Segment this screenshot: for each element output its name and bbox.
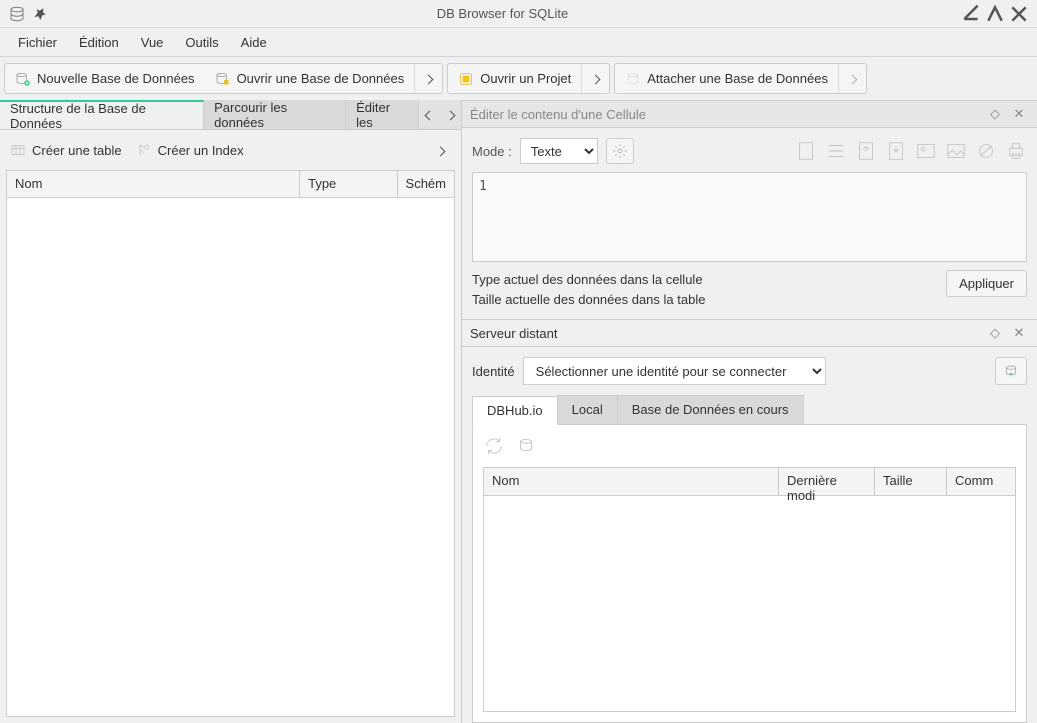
column-type[interactable]: Type	[300, 171, 397, 197]
identity-label: Identité	[472, 364, 515, 379]
attach-database-dropdown	[838, 64, 866, 93]
app-icon	[8, 5, 26, 23]
tab-browse[interactable]: Parcourir les données	[204, 100, 346, 129]
new-database-button[interactable]: Nouvelle Base de Données	[5, 64, 205, 93]
cell-action-icons	[795, 140, 1027, 162]
left-tabbar: Structure de la Base de Données Parcouri…	[0, 100, 461, 130]
minimize-button[interactable]	[961, 4, 981, 24]
remote-table-header: Nom Dernière modi Taille Comm	[484, 468, 1015, 496]
remote-body: Identité Sélectionner une identité pour …	[462, 347, 1037, 723]
window-title: DB Browser for SQLite	[48, 6, 957, 21]
database-attach-icon	[625, 71, 641, 87]
upload-button[interactable]	[995, 357, 1027, 385]
create-table-button[interactable]: Créer une table	[10, 142, 122, 158]
create-index-label: Créer un Index	[158, 143, 244, 158]
right-pane: Éditer le contenu d'une Cellule ◇ ✕ Mode…	[462, 100, 1037, 723]
remote-col-modified[interactable]: Dernière modi	[779, 468, 875, 495]
menubar: Fichier Édition Vue Outils Aide	[0, 28, 1037, 56]
remote-icons	[483, 435, 1016, 457]
menu-tools[interactable]: Outils	[175, 31, 228, 54]
remote-title: Serveur distant	[470, 326, 981, 341]
open-database-dropdown[interactable]	[414, 64, 442, 93]
export-icon[interactable]	[855, 140, 877, 162]
attach-database-button: Attacher une Base de Données	[615, 64, 838, 93]
image-icon[interactable]	[915, 140, 937, 162]
left-pane: Structure de la Base de Données Parcouri…	[0, 100, 462, 723]
remote-tab-dbhub[interactable]: DBHub.io	[472, 396, 558, 425]
remote-tab-local[interactable]: Local	[557, 395, 618, 424]
open-project-button[interactable]: Ouvrir un Projet	[448, 64, 581, 93]
open-project-dropdown[interactable]	[581, 64, 609, 93]
mode-select[interactable]: Texte	[520, 138, 598, 164]
remote-col-size[interactable]: Taille	[875, 468, 947, 495]
tab-structure[interactable]: Structure de la Base de Données	[0, 100, 204, 129]
cell-editor-close-icon[interactable]: ✕	[1009, 104, 1029, 124]
tab-scroll-left[interactable]	[419, 100, 440, 129]
new-database-label: Nouvelle Base de Données	[37, 71, 195, 86]
remote-tab-current[interactable]: Base de Données en cours	[617, 395, 804, 424]
structure-table-body[interactable]	[6, 198, 455, 717]
null-icon[interactable]	[975, 140, 997, 162]
mode-label: Mode :	[472, 144, 512, 159]
column-name[interactable]: Nom	[7, 171, 300, 197]
cell-editor-header: Éditer le contenu d'une Cellule ◇ ✕	[462, 100, 1037, 128]
remote-close-icon[interactable]: ✕	[1009, 323, 1029, 343]
gear-icon	[612, 143, 628, 159]
tab-edit[interactable]: Éditer les	[346, 100, 419, 129]
structure-toolbar-expand[interactable]	[429, 143, 451, 158]
menu-help[interactable]: Aide	[231, 31, 277, 54]
menu-view[interactable]: Vue	[131, 31, 174, 54]
create-table-label: Créer une table	[32, 143, 122, 158]
refresh-icon[interactable]	[483, 435, 505, 457]
clone-icon[interactable]	[515, 435, 537, 457]
titlebar: DB Browser for SQLite	[0, 0, 1037, 28]
cell-mode-row: Mode : Texte	[472, 138, 1027, 164]
close-button[interactable]	[1009, 4, 1029, 24]
maximize-button[interactable]	[985, 4, 1005, 24]
mode-settings-button[interactable]	[606, 138, 634, 164]
database-new-icon	[15, 71, 31, 87]
import-icon[interactable]	[885, 140, 907, 162]
remote-col-name[interactable]: Nom	[484, 468, 779, 495]
remote-header: Serveur distant ◇ ✕	[462, 319, 1037, 347]
cell-info-size: Taille actuelle des données dans la tabl…	[472, 290, 946, 310]
database-open-icon	[215, 71, 231, 87]
remote-col-comm[interactable]: Comm	[947, 468, 1015, 495]
menu-edit[interactable]: Édition	[69, 31, 129, 54]
structure-toolbar: Créer une table Créer un Index	[0, 130, 461, 170]
menu-file[interactable]: Fichier	[8, 31, 67, 54]
doc-icon[interactable]	[795, 140, 817, 162]
cell-info: Type actuel des données dans la cellule …	[472, 270, 946, 309]
tab-scroll-right[interactable]	[440, 100, 461, 129]
open-database-label: Ouvrir une Base de Données	[237, 71, 405, 86]
cell-info-type: Type actuel des données dans la cellule	[472, 270, 946, 290]
lines-icon[interactable]	[825, 140, 847, 162]
identity-select[interactable]: Sélectionner une identité pour se connec…	[523, 357, 826, 385]
open-project-label: Ouvrir un Projet	[480, 71, 571, 86]
content-area: Structure de la Base de Données Parcouri…	[0, 100, 1037, 723]
remote-detach-icon[interactable]: ◇	[985, 323, 1005, 343]
cell-editor-title: Éditer le contenu d'une Cellule	[470, 107, 981, 122]
upload-icon	[1003, 363, 1019, 379]
open-database-button[interactable]: Ouvrir une Base de Données	[205, 64, 415, 93]
print-icon[interactable]	[1005, 140, 1027, 162]
identity-row: Identité Sélectionner une identité pour …	[472, 357, 1027, 385]
remote-table: Nom Dernière modi Taille Comm	[483, 467, 1016, 712]
remote-tabbar: DBHub.io Local Base de Données en cours	[472, 395, 1027, 425]
remote-table-body[interactable]	[484, 496, 1015, 656]
attach-database-label: Attacher une Base de Données	[647, 71, 828, 86]
project-open-icon	[458, 71, 474, 87]
structure-table-header: Nom Type Schém	[6, 170, 455, 198]
create-index-button[interactable]: Créer un Index	[136, 142, 244, 158]
index-icon	[136, 142, 152, 158]
cell-editor-body: Mode : Texte 1 Type actuel de	[462, 128, 1037, 319]
main-toolbar: Nouvelle Base de Données Ouvrir une Base…	[0, 56, 1037, 100]
apply-button[interactable]: Appliquer	[946, 270, 1027, 297]
image2-icon[interactable]	[945, 140, 967, 162]
cell-content-textarea[interactable]: 1	[472, 172, 1027, 262]
cell-editor-detach-icon[interactable]: ◇	[985, 104, 1005, 124]
column-schema[interactable]: Schém	[398, 171, 454, 197]
remote-content: Nom Dernière modi Taille Comm	[472, 425, 1027, 723]
table-icon	[10, 142, 26, 158]
